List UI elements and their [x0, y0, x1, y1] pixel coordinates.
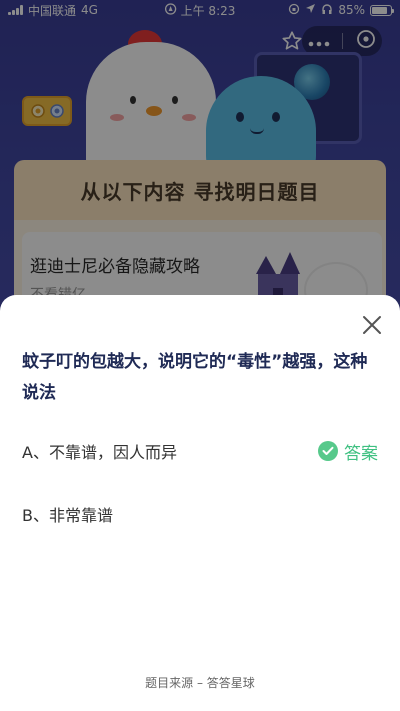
close-sheet-button[interactable]	[360, 313, 384, 337]
quiz-bottom-sheet: 蚊子叮的包越大，说明它的“毒性”越强，这种说法 A、不靠谱，因人而异 答案 B、…	[0, 295, 400, 711]
option-a-label: A、不靠谱，因人而异	[22, 443, 177, 462]
answer-indicator: 答案	[318, 439, 378, 464]
option-b-label: B、非常靠谱	[22, 506, 113, 525]
option-a[interactable]: A、不靠谱，因人而异 答案	[22, 436, 378, 466]
close-x-icon	[363, 316, 381, 334]
option-b[interactable]: B、非常靠谱	[22, 499, 378, 529]
question-source: 题目来源 – 答答星球	[145, 676, 255, 690]
answer-label: 答案	[344, 443, 378, 464]
check-circle-icon	[318, 441, 338, 461]
quiz-question: 蚊子叮的包越大，说明它的“毒性”越强，这种说法	[22, 352, 368, 403]
